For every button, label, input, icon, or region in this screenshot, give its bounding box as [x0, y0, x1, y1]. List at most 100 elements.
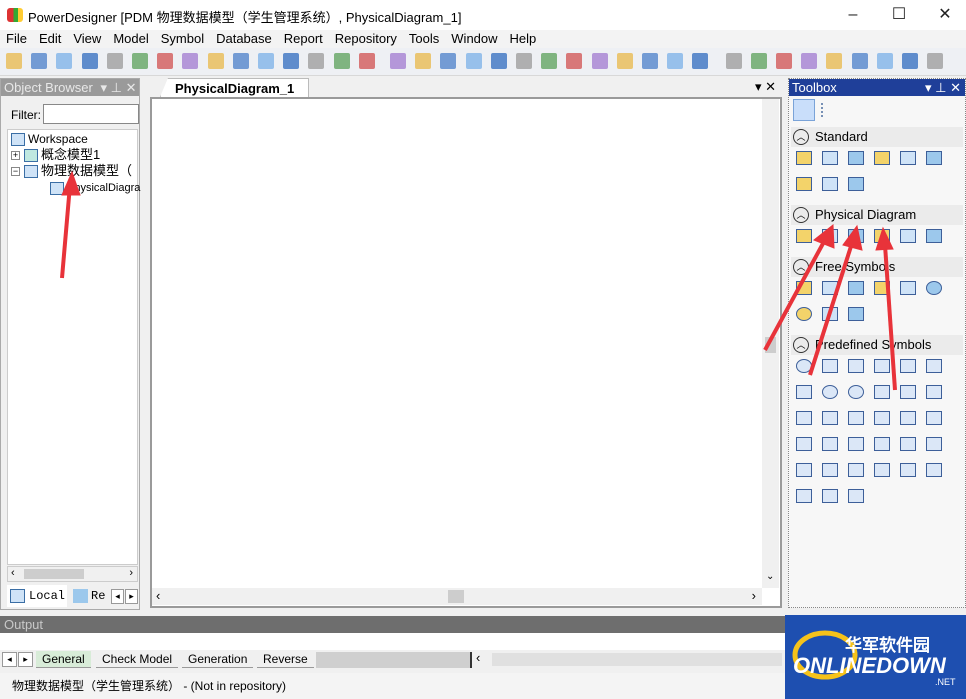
- menu-help[interactable]: Help: [504, 30, 543, 48]
- menu-database[interactable]: Database: [210, 30, 278, 48]
- tab-check-model[interactable]: Check Model: [96, 651, 179, 668]
- tree-node-physical-model[interactable]: 物理数据模型（: [24, 163, 132, 179]
- properties-icon[interactable]: [333, 53, 350, 69]
- arc-tool-icon[interactable]: [874, 281, 890, 295]
- menu-edit[interactable]: Edit: [33, 30, 67, 48]
- toolbox-icon[interactable]: [851, 53, 868, 69]
- link-tool-icon[interactable]: [848, 177, 864, 191]
- paste-as-icon[interactable]: [415, 53, 432, 69]
- open-model-icon[interactable]: [31, 53, 48, 69]
- view-tool-icon[interactable]: [848, 229, 864, 243]
- interface-tool-icon[interactable]: [874, 463, 890, 477]
- panel-controls[interactable]: ▾ ⊥ ✕: [925, 79, 961, 96]
- note-tool-icon[interactable]: [796, 281, 812, 295]
- forward-icon[interactable]: [692, 53, 709, 69]
- import-icon[interactable]: [642, 53, 658, 69]
- callout-tool-icon[interactable]: [796, 437, 812, 451]
- collapse-icon[interactable]: ︿: [793, 207, 809, 223]
- envelope-tool-icon[interactable]: [796, 489, 812, 503]
- paste-icon[interactable]: [232, 53, 249, 69]
- check-model-icon[interactable]: [490, 53, 507, 69]
- output-icon[interactable]: [902, 53, 918, 69]
- rectangle-icon[interactable]: [516, 53, 532, 69]
- tab-scroll-left[interactable]: ◂: [2, 652, 17, 667]
- menu-tools[interactable]: Tools: [403, 30, 445, 48]
- rounded-rect-tool-icon[interactable]: [796, 359, 812, 373]
- grabber-tool-icon[interactable]: [822, 151, 838, 165]
- star-tool-icon[interactable]: [874, 385, 890, 399]
- tab-reverse[interactable]: Reverse: [257, 651, 314, 668]
- vertical-scrollbar[interactable]: ⌄: [762, 99, 779, 588]
- tab-general[interactable]: General: [36, 651, 91, 668]
- list-view-icon[interactable]: [821, 103, 835, 117]
- trapezoid-tool-icon[interactable]: [900, 359, 916, 373]
- menu-repository[interactable]: Repository: [329, 30, 403, 48]
- reference-tool-icon[interactable]: [874, 229, 890, 243]
- browser-icon[interactable]: [876, 53, 893, 69]
- list-icon[interactable]: [801, 53, 818, 69]
- toolbox-section-physical-diagram[interactable]: ︿ Physical Diagram: [791, 205, 963, 225]
- pen-icon[interactable]: [566, 53, 583, 69]
- cycle-tool-icon[interactable]: [926, 463, 942, 477]
- print-preview-icon[interactable]: [132, 53, 148, 69]
- circle-tool-icon[interactable]: [848, 385, 864, 399]
- check-icon[interactable]: [358, 53, 375, 69]
- link-note-tool-icon[interactable]: [822, 177, 838, 191]
- print-icon[interactable]: [157, 53, 174, 69]
- diagram-icon[interactable]: [750, 53, 767, 69]
- save-all-icon[interactable]: [106, 53, 123, 69]
- tab-generation[interactable]: Generation: [182, 651, 254, 668]
- hexagon-tool-icon[interactable]: [822, 385, 838, 399]
- fill-icon[interactable]: [591, 53, 608, 69]
- delete-icon[interactable]: [258, 53, 274, 69]
- star6-tool-icon[interactable]: [900, 385, 916, 399]
- collapse-icon[interactable]: −: [11, 167, 20, 176]
- tab-physical-diagram[interactable]: PhysicalDiagram_1: [160, 78, 310, 97]
- open-icon[interactable]: [56, 53, 73, 69]
- properties-tool-icon[interactable]: [926, 151, 942, 165]
- copy-icon[interactable]: [207, 53, 224, 69]
- diagram-canvas[interactable]: [154, 101, 762, 588]
- output-hscroll[interactable]: [492, 653, 782, 666]
- redo-icon[interactable]: [308, 53, 325, 69]
- undo-icon[interactable]: [283, 53, 300, 69]
- frame-tool-icon[interactable]: [848, 411, 864, 425]
- tree-node-physical-diagram[interactable]: PhysicalDiagra: [50, 180, 140, 196]
- page-tool-icon[interactable]: [926, 411, 942, 425]
- collapse-icon[interactable]: ︿: [793, 337, 809, 353]
- rectangle-tool-icon[interactable]: [900, 281, 916, 295]
- menu-symbol[interactable]: Symbol: [155, 30, 210, 48]
- cut-icon[interactable]: [182, 53, 199, 69]
- toolbox-section-predefined-symbols[interactable]: ︿ Predefined Symbols: [791, 335, 963, 355]
- pointer-tool-icon[interactable]: [796, 151, 812, 165]
- package-tool-icon[interactable]: [796, 229, 812, 243]
- menu-model[interactable]: Model: [107, 30, 154, 48]
- zoom-in-tool-icon[interactable]: [848, 151, 864, 165]
- collapse-icon[interactable]: ︿: [793, 259, 809, 275]
- stack-tool-icon[interactable]: [874, 437, 890, 451]
- rounded-rectangle-tool-icon[interactable]: [796, 307, 812, 321]
- page-icon[interactable]: [776, 53, 792, 69]
- ellipse-tool-icon[interactable]: [926, 281, 942, 295]
- box3-tool-icon[interactable]: [848, 437, 864, 451]
- tab-repository[interactable]: Re: [71, 585, 111, 607]
- line-tool-icon[interactable]: [848, 281, 864, 295]
- expand-icon[interactable]: +: [11, 151, 20, 160]
- back-icon[interactable]: [667, 53, 684, 69]
- font-color-icon[interactable]: [616, 53, 633, 69]
- parallelogram-tool-icon[interactable]: [874, 359, 890, 373]
- tree-node-workspace[interactable]: Workspace: [11, 131, 88, 147]
- cube-tool-icon[interactable]: [822, 437, 838, 451]
- menu-file[interactable]: File: [0, 30, 33, 48]
- tab-tool-icon[interactable]: [926, 385, 942, 399]
- open-view-tool-icon[interactable]: [900, 151, 916, 165]
- grid-view-icon[interactable]: [793, 99, 815, 121]
- tab-scroll-right[interactable]: ▸: [18, 652, 33, 667]
- maximize-button[interactable]: ☐: [884, 4, 914, 26]
- toolbox-section-free-symbols[interactable]: ︿ Free Symbols: [791, 257, 963, 277]
- document-controls[interactable]: ▾ ✕: [755, 79, 776, 95]
- panel-controls[interactable]: ▾ ⊥ ✕: [101, 80, 137, 95]
- grid-icon[interactable]: [541, 53, 558, 69]
- shield-tool-icon[interactable]: [822, 411, 838, 425]
- tree-node-conceptual-model[interactable]: 概念模型1: [24, 147, 100, 163]
